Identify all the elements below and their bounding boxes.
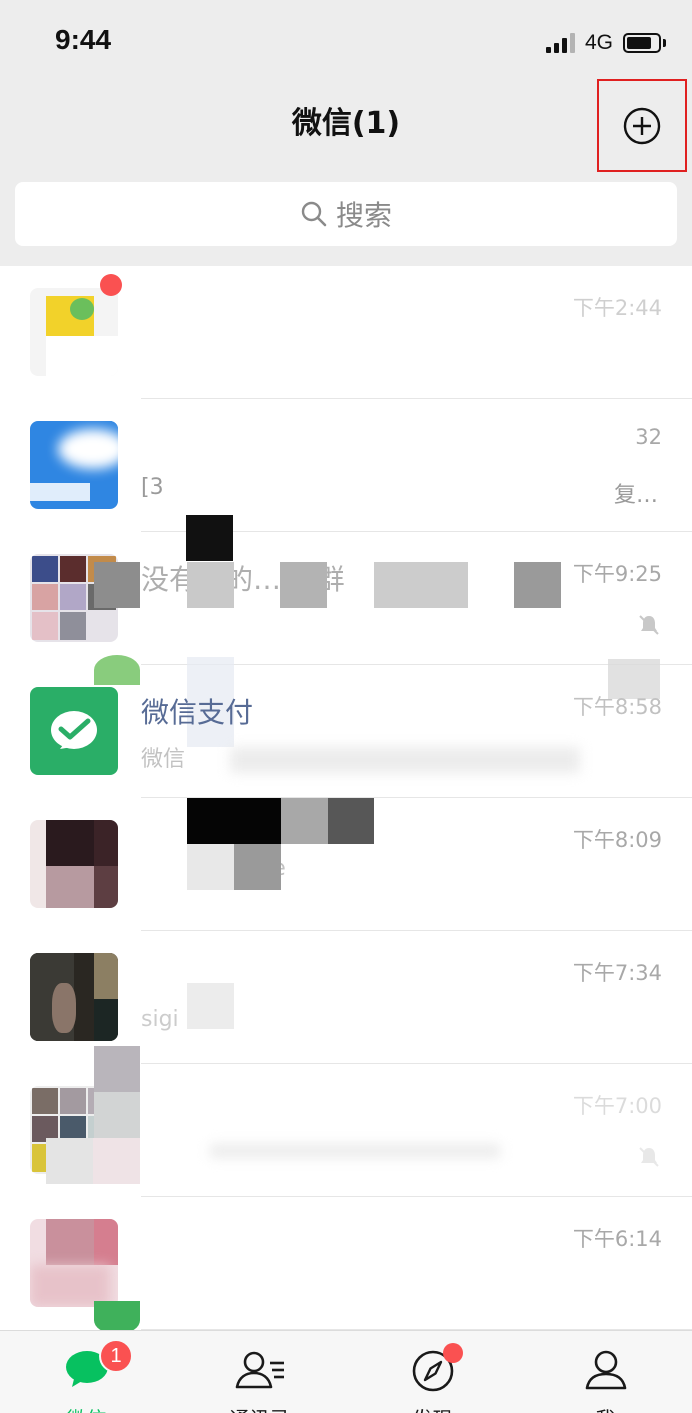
chat-time: 下午7:34 [572,961,662,985]
unread-dot [100,274,122,296]
tab-discover[interactable]: 发现 [346,1331,519,1413]
chat-row[interactable]: 微信支付 微信 下午8:58 [0,655,692,798]
chat-row[interactable]: 下午7:00 [0,1046,692,1197]
search-icon [301,201,327,227]
search-input[interactable]: 搜索 [15,182,677,246]
person-icon [585,1350,626,1390]
chat-time: 下午2:44 [572,296,662,320]
tab-label: 微信 [0,1403,173,1413]
top-area: 9:44 4G 微信(1) 搜索 [0,0,692,266]
chat-row[interactable]: [3 32 复… [0,399,692,532]
tab-label: 我 [519,1403,692,1413]
chat-row[interactable]: nVe 下午8:09 [0,798,692,931]
mute-bell-icon [639,615,659,635]
chat-preview: sigi [141,1007,179,1032]
chat-time: 下午7:00 [572,1094,662,1118]
avatar [30,820,118,908]
signal-bars-icon [545,33,575,53]
tab-chats[interactable]: 1 微信 [0,1331,173,1413]
tab-bar: 1 微信 通讯录 发现 我 [0,1330,692,1413]
search-placeholder: 搜索 [335,199,392,232]
avatar [30,953,118,1041]
avatar [30,421,118,509]
chat-time: 下午8:58 [572,695,662,719]
unread-count-badge: 1 [99,1339,133,1373]
status-indicators: 4G [545,30,666,56]
chat-preview: [3 [141,475,164,500]
add-button[interactable] [597,79,687,172]
chat-time: 下午8:09 [572,828,662,852]
status-time: 9:44 [55,24,112,55]
battery-icon [623,33,666,53]
chat-preview: nVe [245,856,286,881]
chat-row[interactable]: sigi 下午7:34 [0,931,692,1064]
tab-me[interactable]: 我 [519,1331,692,1413]
tab-label: 发现 [346,1403,519,1413]
chat-time: 32 [635,425,662,449]
plus-circle-icon [623,107,661,144]
chat-preview-tail: 复… [613,483,658,508]
tab-contacts[interactable]: 通讯录 [173,1331,346,1413]
wechat-pay-icon [30,687,118,775]
tab-label: 通讯录 [173,1403,346,1413]
chat-row[interactable]: 下午2:44 [0,266,692,399]
network-label: 4G [584,31,613,54]
new-dot [443,1343,463,1363]
mute-bell-icon [639,1147,659,1167]
contacts-icon [235,1351,284,1389]
chat-preview: 微信 [141,747,186,772]
status-bar: 9:44 4G [0,0,692,84]
chat-time: 下午6:14 [572,1227,662,1251]
chat-row[interactable]: 下午6:14 [0,1197,692,1330]
chat-name: 微信支付 [141,696,254,729]
chat-row[interactable]: 没有我的…34群 下午9:25 [0,515,692,665]
page-title: 微信(1) [291,106,401,141]
chat-list: 下午2:44 [3 32 复… 没有我的…34群 下午9:25 微信支付 微信 … [0,266,692,1330]
avatar [30,1219,118,1307]
avatar [30,288,118,376]
chat-time: 下午9:25 [572,562,662,586]
